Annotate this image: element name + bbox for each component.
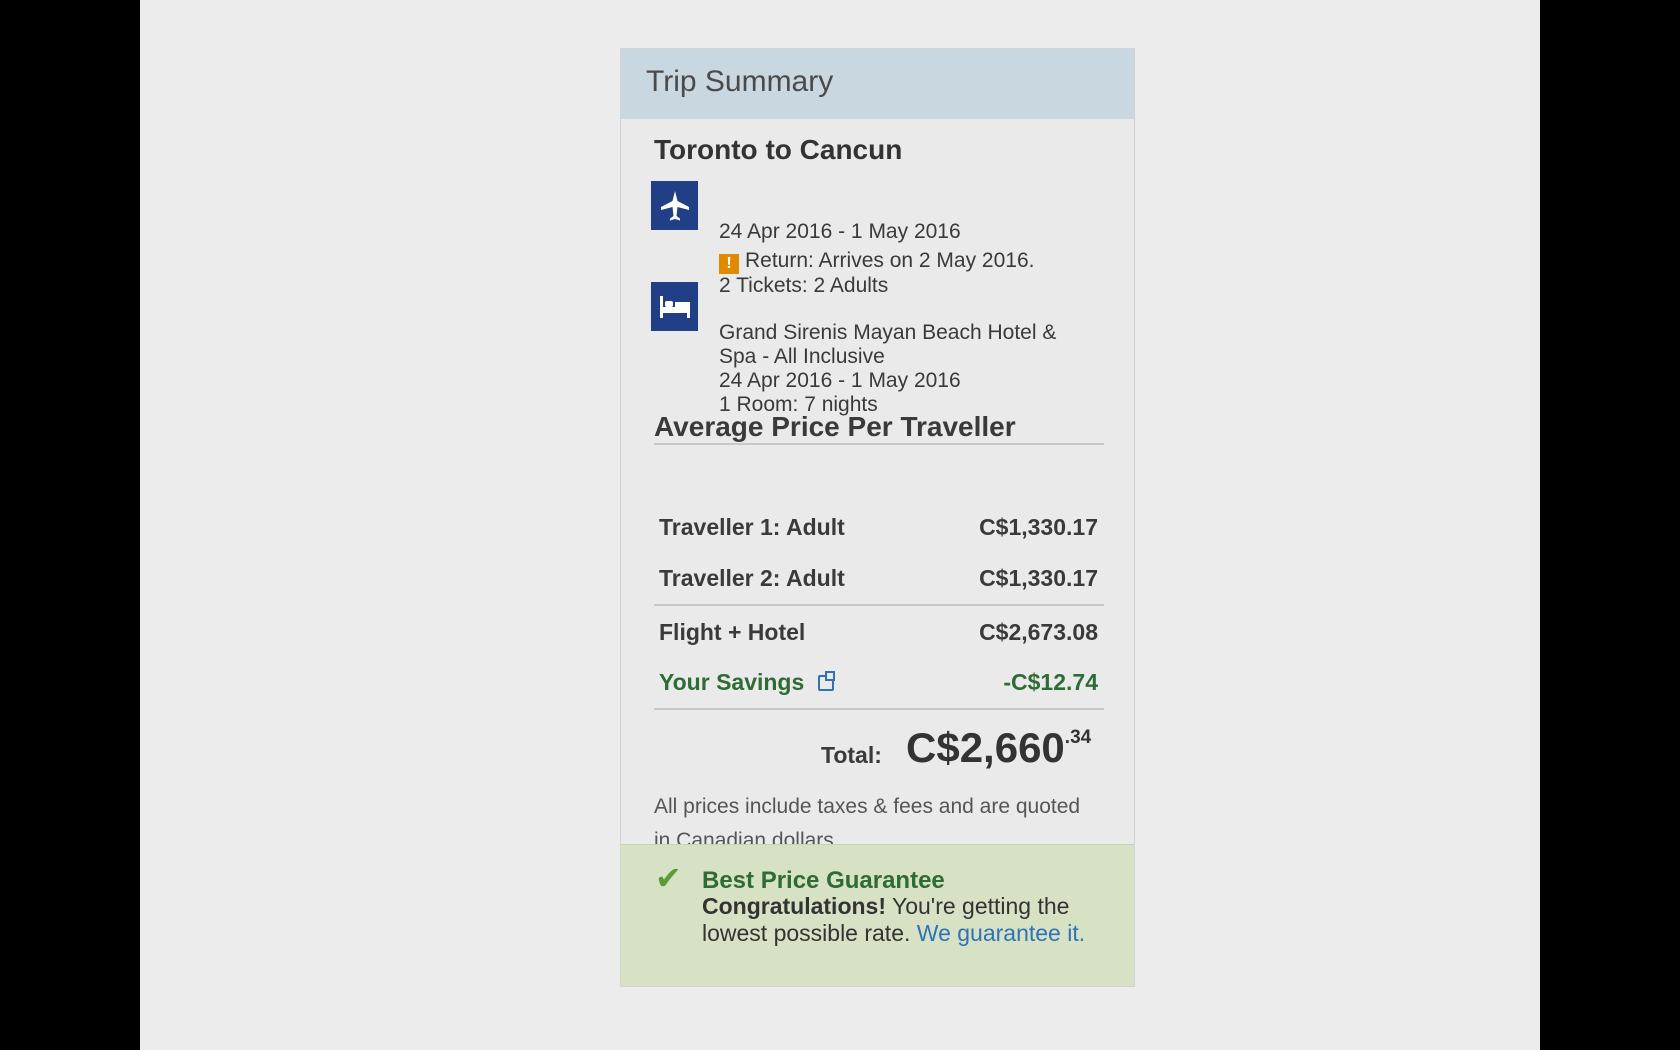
traveller-1-price: C$1,330.17 — [979, 514, 1098, 540]
guarantee-title: Best Price Guarantee — [702, 867, 945, 894]
summary-divider — [654, 443, 1104, 445]
best-price-guarantee: ✔ Best Price Guarantee Congratulations! … — [621, 844, 1134, 986]
total-divider — [654, 708, 1104, 710]
bed-svg — [659, 295, 690, 318]
total-price: C$2,660.34 — [906, 724, 1091, 772]
traveller-2-label: Traveller 2: Adult — [659, 565, 845, 591]
hotel-name-line1: Grand Sirenis Mayan Beach Hotel & — [719, 321, 1057, 344]
guarantee-link[interactable]: We guarantee it. — [917, 920, 1085, 946]
hotel-name-line2: Spa - All Inclusive — [719, 345, 885, 368]
route-title: Toronto to Cancun — [654, 134, 903, 165]
page-viewport: Trip Summary Toronto to Cancun 24 Apr 20… — [140, 0, 1540, 1050]
hotel-dates: 24 Apr 2016 - 1 May 2016 — [719, 369, 961, 392]
average-price-title: Average Price Per Traveller — [654, 411, 1016, 442]
total-label: Total: — [821, 742, 882, 768]
savings-value: -C$12.74 — [1003, 669, 1098, 695]
flight-hotel-label: Flight + Hotel — [659, 619, 806, 645]
flight-warning-text: Return: Arrives on 2 May 2016. — [745, 249, 1035, 272]
bed-icon — [651, 282, 698, 331]
trip-summary-header: Trip Summary — [621, 49, 1134, 119]
flight-tickets: 2 Tickets: 2 Adults — [719, 274, 889, 297]
savings-label: Your Savings — [659, 669, 805, 695]
savings-link[interactable]: Your Savings — [659, 669, 836, 696]
trip-summary-panel: Trip Summary Toronto to Cancun 24 Apr 20… — [620, 48, 1135, 987]
external-link-icon[interactable] — [818, 671, 836, 691]
traveller-1-label: Traveller 1: Adult — [659, 514, 845, 540]
total-price-main: C$2,660 — [906, 724, 1065, 771]
traveller-2-price: C$1,330.17 — [979, 565, 1098, 591]
price-divider — [654, 604, 1104, 606]
warning-icon: ! — [719, 254, 739, 274]
flight-hotel-price: C$2,673.08 — [979, 619, 1098, 645]
flight-warning: ! Return: Arrives on 2 May 2016. — [719, 249, 1034, 274]
guarantee-strong-text: Congratulations! — [702, 893, 886, 919]
total-price-cents: .34 — [1064, 727, 1092, 748]
airplane-svg — [660, 190, 689, 220]
flight-dates: 24 Apr 2016 - 1 May 2016 — [719, 220, 961, 243]
guarantee-text: Congratulations! You're getting the lowe… — [702, 893, 1102, 947]
check-icon: ✔ — [655, 860, 682, 896]
airplane-icon — [651, 181, 698, 230]
trip-summary-title: Trip Summary — [646, 65, 834, 98]
